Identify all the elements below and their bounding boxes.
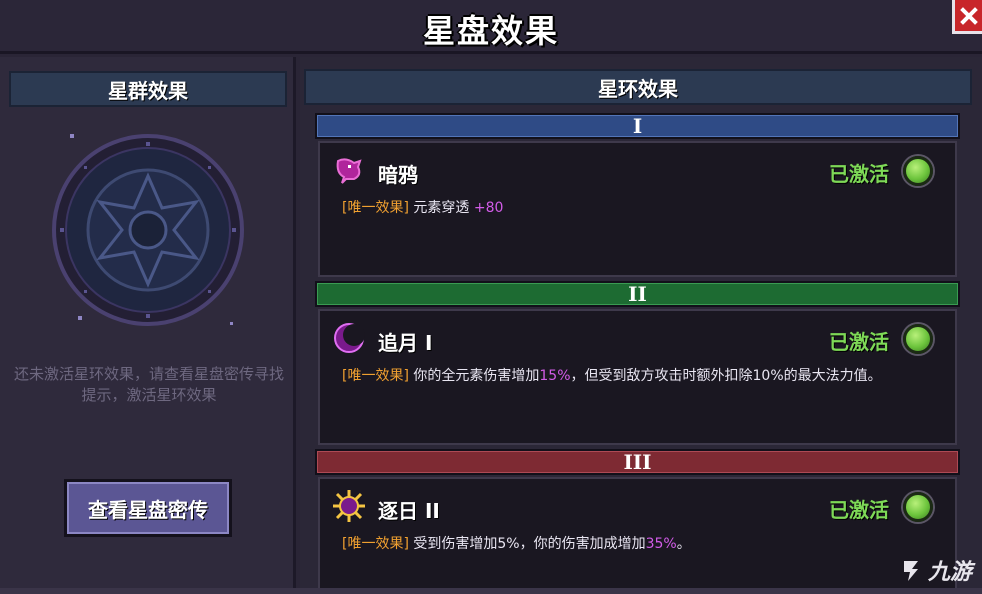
star-ring-panel: 星环效果 I 暗鸦 已激活 [唯一效果] 元素穿透 +80 II 追月 I 已激… [300, 57, 982, 594]
effect-tag: [唯一效果] [342, 536, 409, 552]
active-indicator-icon [903, 324, 933, 354]
effect-value: 35% [645, 536, 677, 552]
tier-1-bar: I [315, 113, 960, 139]
effect-name: 暗鸦 [378, 163, 418, 187]
effect-card: 逐日 II 已激活 [唯一效果] 受到伤害增加5%，你的伤害加成增加35%。 [318, 477, 957, 594]
tier-3-bar: III [315, 449, 960, 475]
effect-text: 元素穿透 [408, 200, 474, 216]
constellation-panel: 星群效果 还未激活星环效果，请查看星盘密传寻找提示，激活星环效果 查看星盘密传 [0, 57, 296, 594]
effect-card: 暗鸦 已激活 [唯一效果] 元素穿透 +80 [318, 141, 957, 277]
star-disc-icon [52, 134, 244, 326]
bottom-border [0, 588, 982, 594]
crow-icon [336, 158, 362, 184]
watermark-text: 九游 [927, 560, 972, 585]
watermark: 九游 [898, 554, 972, 586]
effect-text: 你的全元素伤害增加 [408, 368, 540, 384]
effect-description: [唯一效果] 你的全元素伤害增加15%，但受到敌方攻击时额外扣除10%的最大法力… [342, 367, 933, 386]
close-icon [959, 6, 978, 25]
close-button[interactable] [952, 0, 982, 34]
constellation-header: 星群效果 [9, 71, 287, 107]
watermark-logo-icon [903, 561, 918, 581]
moon-icon [334, 323, 365, 353]
sun-icon [333, 490, 365, 522]
effect-text: ，但受到敌方攻击时额外扣除10%的最大法力值。 [570, 368, 882, 384]
effect-name: 逐日 II [378, 499, 440, 523]
effect-value: +80 [473, 200, 504, 216]
active-indicator-icon [903, 156, 933, 186]
effect-name: 追月 I [378, 331, 433, 355]
effect-card: 追月 I 已激活 [唯一效果] 你的全元素伤害增加15%，但受到敌方攻击时额外扣… [318, 309, 957, 445]
window-title: 星盘效果 [422, 12, 559, 50]
tier-2-bar: II [315, 281, 960, 307]
effect-status: 已激活 [829, 162, 889, 186]
active-indicator-icon [903, 492, 933, 522]
title-bar: 星盘效果 [0, 0, 982, 54]
effect-text: 。 [676, 536, 691, 552]
view-star-lore-button[interactable]: 查看星盘密传 [64, 479, 232, 537]
effect-tag: [唯一效果] [342, 200, 409, 216]
star-ring-header: 星环效果 [304, 69, 972, 105]
effect-description: [唯一效果] 元素穿透 +80 [342, 199, 933, 218]
effect-text: 受到伤害增加5%，你的伤害加成增加 [408, 536, 646, 552]
effect-status: 已激活 [829, 498, 889, 522]
effect-tag: [唯一效果] [342, 368, 409, 384]
hint-text: 还未激活星环效果，请查看星盘密传寻找提示，激活星环效果 [13, 365, 284, 404]
effect-description: [唯一效果] 受到伤害增加5%，你的伤害加成增加35%。 [342, 535, 933, 554]
effect-status: 已激活 [829, 330, 889, 354]
effect-value: 15% [539, 368, 571, 384]
